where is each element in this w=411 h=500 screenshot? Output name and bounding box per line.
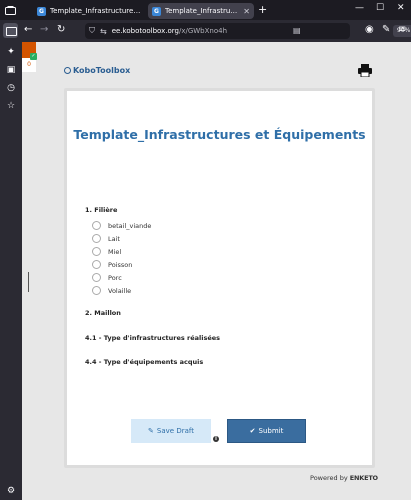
option-miel[interactable]: Miel bbox=[92, 247, 121, 256]
logo-text: KoboToolbox bbox=[73, 66, 131, 75]
browser-navbar: ← → ↻ ⛉ ⇆ ee.kobotoolbox.org/x/GWbXno4h … bbox=[0, 20, 411, 42]
print-icon[interactable] bbox=[358, 64, 372, 77]
connection-icon: ⇆ bbox=[100, 26, 107, 36]
tab-list-icon[interactable] bbox=[0, 0, 20, 20]
enketo-logo-text: ENKETO bbox=[349, 474, 378, 482]
option-label: Lait bbox=[108, 234, 120, 243]
tab-title: Template_Infrastructures et Équ bbox=[165, 7, 241, 15]
powered-by-text: Powered by bbox=[310, 474, 348, 482]
option-label: betail_viande bbox=[108, 221, 152, 230]
history-icon[interactable]: ◷ bbox=[5, 82, 17, 94]
reload-icon[interactable]: ↻ bbox=[57, 24, 65, 35]
side-marker bbox=[28, 272, 29, 292]
kobotoolbox-logo: KoboToolbox bbox=[64, 66, 130, 75]
browser-sidebar: ✦ ▣ ◷ ☆ ⚙ bbox=[0, 42, 22, 500]
radio-button[interactable] bbox=[92, 234, 101, 243]
radio-button[interactable] bbox=[92, 221, 101, 230]
maximize-icon[interactable]: ☐ bbox=[376, 3, 384, 13]
option-label: Volaille bbox=[108, 286, 132, 295]
customize-sidebar-gear-icon[interactable]: ⚙ bbox=[5, 485, 17, 497]
radio-button[interactable] bbox=[92, 273, 101, 282]
submit-label: Submit bbox=[258, 427, 284, 435]
browser-tab-active[interactable]: G Template_Infrastructures et Équ ✕ bbox=[148, 3, 254, 19]
radio-button[interactable] bbox=[92, 247, 101, 256]
option-porc[interactable]: Porc bbox=[92, 273, 122, 282]
back-icon[interactable]: ← bbox=[24, 24, 32, 35]
window-close-icon[interactable]: ✕ bbox=[397, 3, 405, 13]
question-maillon: 2. Maillon bbox=[85, 309, 121, 317]
browser-tab[interactable]: G Template_Infrastructures et Équ bbox=[33, 3, 145, 19]
bookmarks-icon[interactable]: ☆ bbox=[5, 100, 17, 112]
question-equipements: 4.4 - Type d'équipements acquis bbox=[85, 358, 204, 366]
queue-count: 0 bbox=[27, 61, 31, 68]
minimize-icon[interactable]: — bbox=[355, 3, 364, 13]
kobo-favicon-icon: G bbox=[37, 6, 46, 16]
option-lait[interactable]: Lait bbox=[92, 234, 120, 243]
form-card: Template_Infrastructures et Équipements … bbox=[64, 88, 375, 468]
info-icon[interactable]: i bbox=[213, 436, 219, 442]
option-label: Porc bbox=[108, 273, 122, 282]
shield-icon: ⛉ bbox=[89, 26, 95, 35]
url-path: /x/GWbXno4h bbox=[178, 27, 228, 35]
url-domain: ee.kobotoolbox.org bbox=[111, 27, 179, 35]
radio-button[interactable] bbox=[92, 260, 101, 269]
page-content: ✓ 0 KoboToolbox Template_Infrastructures… bbox=[22, 42, 411, 500]
sidebar-toggle-icon[interactable] bbox=[3, 23, 18, 38]
option-volaille[interactable]: Volaille bbox=[92, 286, 131, 295]
submit-button[interactable]: ✔ Submit bbox=[227, 419, 306, 443]
close-tab-icon[interactable]: ✕ bbox=[243, 7, 250, 16]
ai-chatbot-icon[interactable]: ✦ bbox=[5, 46, 17, 58]
check-icon: ✔ bbox=[249, 427, 256, 435]
reader-view-icon[interactable]: ▤ bbox=[293, 26, 301, 35]
option-poisson[interactable]: Poisson bbox=[92, 260, 132, 269]
save-draft-button[interactable]: ✎ Save Draft bbox=[131, 419, 211, 443]
option-betail-viande[interactable]: betail_viande bbox=[92, 221, 151, 230]
tab-title: Template_Infrastructures et Équ bbox=[50, 7, 141, 15]
pencil-icon: ✎ bbox=[148, 427, 154, 435]
forward-icon[interactable]: → bbox=[40, 24, 48, 35]
kobo-logo-icon bbox=[64, 67, 71, 74]
option-label: Miel bbox=[108, 247, 122, 256]
check-icon: ✓ bbox=[30, 53, 37, 60]
radio-button[interactable] bbox=[92, 286, 101, 295]
menu-icon[interactable]: ≡ bbox=[398, 24, 406, 35]
kobo-favicon-icon: G bbox=[152, 6, 161, 16]
offline-status-badge: ✓ bbox=[22, 42, 37, 60]
url-bar[interactable]: ⛉ ⇆ ee.kobotoolbox.org/x/GWbXno4h ▤ 90% … bbox=[85, 23, 411, 39]
extensions-icon[interactable]: ✎ bbox=[382, 24, 390, 35]
synced-tabs-icon[interactable]: ▣ bbox=[5, 64, 17, 76]
question-filiere: 1. Filière bbox=[85, 206, 118, 214]
question-infrastructures: 4.1 - Type d'infrastructures réalisées bbox=[85, 334, 221, 342]
powered-by-enketo: Powered by ENKETO bbox=[310, 474, 378, 482]
save-draft-label: Save Draft bbox=[156, 427, 194, 435]
form-title: Template_Infrastructures et Équipements bbox=[73, 127, 366, 142]
offline-queue-widget[interactable]: ✓ 0 bbox=[22, 42, 37, 72]
browser-tabstrip: G Template_Infrastructures et Équ G Temp… bbox=[0, 0, 411, 20]
new-tab-icon[interactable]: + bbox=[258, 3, 267, 16]
option-label: Poisson bbox=[108, 260, 133, 269]
account-icon[interactable]: ◉ bbox=[365, 24, 374, 35]
